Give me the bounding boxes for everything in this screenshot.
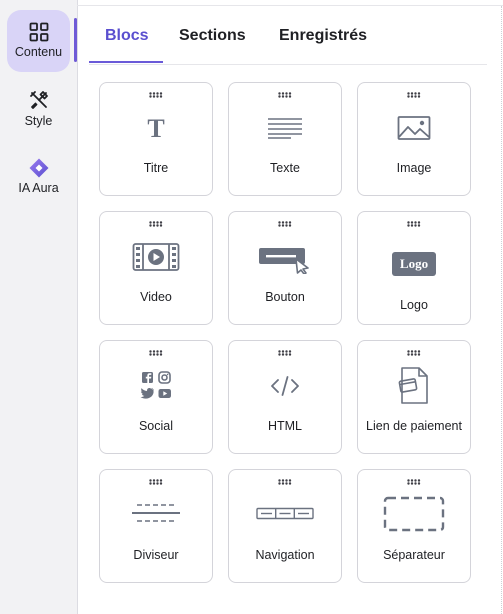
block-video[interactable]: Video	[99, 211, 213, 325]
block-label: HTML	[267, 419, 303, 433]
block-diviseur[interactable]: Diviseur	[99, 469, 213, 583]
divider-icon	[132, 504, 180, 522]
block-html[interactable]: HTML	[228, 340, 342, 454]
tab-enregistres[interactable]: Enregistrés	[279, 27, 367, 45]
block-lien-de-paiement[interactable]: Lien de paiement	[357, 340, 471, 454]
drag-handle-icon[interactable]	[407, 479, 421, 485]
sidebar-item-label: Style	[24, 114, 53, 128]
tab-sections[interactable]: Sections	[179, 27, 246, 45]
block-label: Navigation	[255, 548, 315, 562]
drag-handle-icon[interactable]	[278, 350, 292, 356]
drag-handle-icon[interactable]	[407, 221, 421, 227]
drag-handle-icon[interactable]	[149, 221, 163, 227]
block-separateur[interactable]: Séparateur	[357, 469, 471, 583]
image-icon	[397, 116, 431, 140]
drag-handle-icon[interactable]	[149, 92, 163, 98]
drag-handle-icon[interactable]	[407, 350, 421, 356]
block-label: Titre	[143, 161, 169, 175]
tab-blocs[interactable]: Blocs	[105, 27, 149, 45]
drag-handle-icon[interactable]	[149, 479, 163, 485]
block-logo[interactable]: Logo Logo	[357, 211, 471, 325]
active-tab-underline	[89, 61, 163, 63]
block-label: Séparateur	[383, 548, 445, 562]
sidebar-item-ia-aura[interactable]: IA Aura	[7, 146, 70, 208]
video-icon	[132, 243, 180, 271]
block-bouton[interactable]: Bouton	[228, 211, 342, 325]
sidebar-item-contenu[interactable]: Contenu	[7, 10, 70, 72]
heading-icon: T	[147, 115, 164, 141]
button-icon	[259, 248, 309, 274]
sidebar-item-label: IA Aura	[18, 181, 59, 195]
social-icon	[140, 371, 171, 399]
active-rail-indicator	[74, 18, 77, 62]
sidebar-item-label: Contenu	[14, 45, 63, 59]
block-label: Diviseur	[133, 548, 179, 562]
drag-handle-icon[interactable]	[407, 92, 421, 98]
brush-icon	[29, 91, 48, 109]
block-label: Logo	[400, 298, 428, 312]
svg-text:T: T	[147, 115, 164, 141]
block-label: Image	[396, 161, 432, 175]
block-label: Texte	[270, 161, 300, 175]
tab-bar: Blocs Sections Enregistrés	[89, 20, 487, 65]
drag-handle-icon[interactable]	[278, 92, 292, 98]
block-label: Video	[140, 290, 172, 304]
payment-link-icon	[398, 367, 428, 404]
grid-icon	[29, 22, 48, 42]
right-dotted-border	[501, 6, 502, 614]
left-rail: Contenu Style IA Aura	[0, 0, 78, 614]
ai-diamond-icon	[29, 158, 48, 178]
code-icon	[271, 376, 299, 396]
spacer-icon	[383, 496, 445, 532]
block-label: Bouton	[265, 290, 305, 304]
block-label: Lien de paiement	[366, 419, 462, 433]
sidebar-item-style[interactable]: Style	[7, 78, 70, 140]
drag-handle-icon[interactable]	[278, 479, 292, 485]
drag-handle-icon[interactable]	[278, 221, 292, 227]
drag-handle-icon[interactable]	[149, 350, 163, 356]
logo-icon: Logo	[392, 252, 436, 276]
block-social[interactable]: Social	[99, 340, 213, 454]
block-navigation[interactable]: Navigation	[228, 469, 342, 583]
block-label: Social	[138, 419, 174, 433]
block-texte[interactable]: Texte	[228, 82, 342, 196]
block-titre[interactable]: T Titre	[99, 82, 213, 196]
top-divider	[77, 5, 503, 6]
navigation-icon	[256, 507, 314, 520]
text-lines-icon	[268, 118, 302, 139]
block-image[interactable]: Image	[357, 82, 471, 196]
